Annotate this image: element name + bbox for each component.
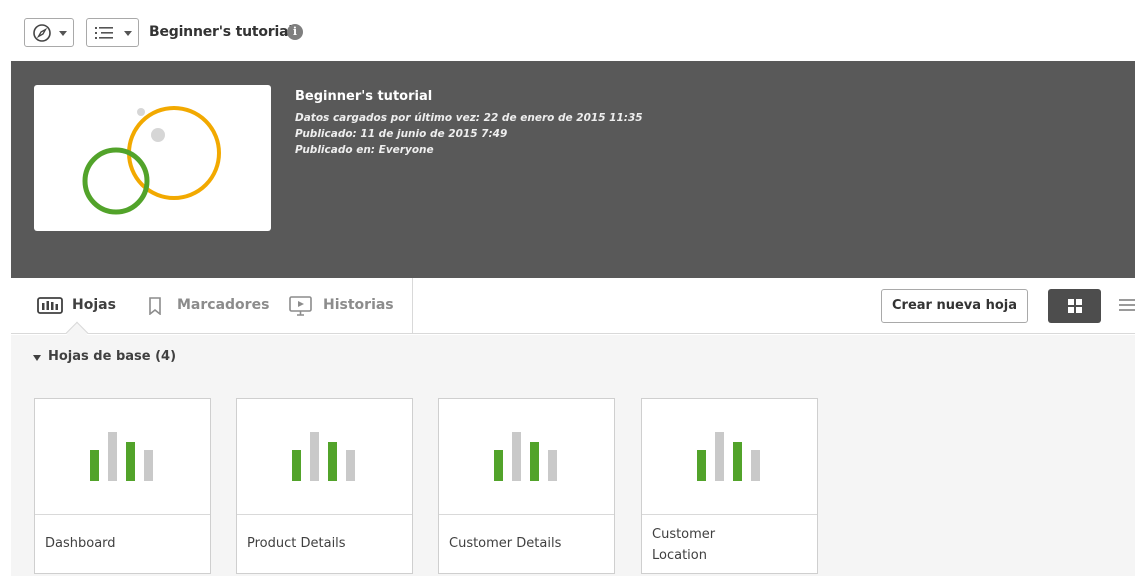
section-title[interactable]: Hojas de base (4) xyxy=(48,349,176,364)
card-divider xyxy=(642,514,817,515)
published-in-text: Publicado en: Everyone xyxy=(295,144,434,156)
sheets-content: Hojas de base (4) Dashboard Product Deta… xyxy=(11,335,1135,576)
sheet-card-customer-details[interactable]: Customer Details xyxy=(438,398,615,574)
app-header: Beginner's tutorial Datos cargados por ú… xyxy=(11,61,1135,278)
list-view-icon-line xyxy=(1119,309,1135,311)
sheet-thumbnail-chart-icon xyxy=(697,429,761,481)
app-thumbnail xyxy=(34,85,271,231)
tabs-bar: Hojas Marcadores Historias Crear nueva h… xyxy=(11,278,1135,334)
sheet-name: Dashboard xyxy=(45,536,116,551)
tab-historias-label: Historias xyxy=(323,297,394,313)
card-divider xyxy=(35,514,210,515)
compass-icon xyxy=(33,24,51,42)
top-toolbar: Beginner's tutorial i xyxy=(0,0,1135,61)
caret-down-icon[interactable] xyxy=(33,355,41,361)
published-date-text: Publicado: 11 de junio de 2015 7:49 xyxy=(295,128,508,140)
sheet-card-product-details[interactable]: Product Details xyxy=(236,398,413,574)
app-title: Beginner's tutorial xyxy=(149,24,293,40)
tab-hojas-label: Hojas xyxy=(72,297,116,313)
sheet-thumbnail-chart-icon xyxy=(90,429,154,481)
grid-view-icon-cell xyxy=(1076,299,1082,305)
sheet-name: Customer Location xyxy=(652,527,716,563)
grid-view-button[interactable] xyxy=(1048,289,1101,323)
chevron-down-icon xyxy=(59,31,67,36)
grid-view-icon-cell xyxy=(1068,307,1074,313)
list-icon xyxy=(95,27,113,39)
navigation-menu-button[interactable] xyxy=(24,18,74,47)
data-loaded-text: Datos cargados por último vez: 22 de ene… xyxy=(295,112,643,124)
chevron-down-icon xyxy=(124,31,132,36)
info-icon[interactable]: i xyxy=(287,24,303,40)
sheet-thumbnail-chart-icon xyxy=(292,429,356,481)
sheet-list-menu-button[interactable] xyxy=(86,18,139,47)
sheet-icon xyxy=(37,297,63,314)
circles-logo-icon xyxy=(82,106,221,215)
sheet-thumbnail-chart-icon xyxy=(494,429,558,481)
card-divider xyxy=(439,514,614,515)
grid-view-icon xyxy=(1068,299,1074,305)
card-divider xyxy=(237,514,412,515)
grid-view-icon-cell xyxy=(1076,307,1082,313)
sheet-name: Product Details xyxy=(247,536,346,551)
list-view-icon xyxy=(1119,299,1135,301)
tab-marcadores-label: Marcadores xyxy=(177,297,270,313)
sheet-card-dashboard[interactable]: Dashboard xyxy=(34,398,211,574)
create-new-sheet-button[interactable]: Crear nueva hoja xyxy=(881,289,1028,323)
tabs-divider xyxy=(412,278,413,333)
list-view-icon-line xyxy=(1119,304,1135,306)
story-icon xyxy=(289,296,312,316)
app-header-title: Beginner's tutorial xyxy=(295,89,433,104)
sheet-name: Customer Details xyxy=(449,536,562,551)
list-view-button[interactable] xyxy=(1119,298,1135,314)
bookmark-icon xyxy=(149,297,161,315)
sheet-card-customer-location[interactable]: Customer Location xyxy=(641,398,818,574)
